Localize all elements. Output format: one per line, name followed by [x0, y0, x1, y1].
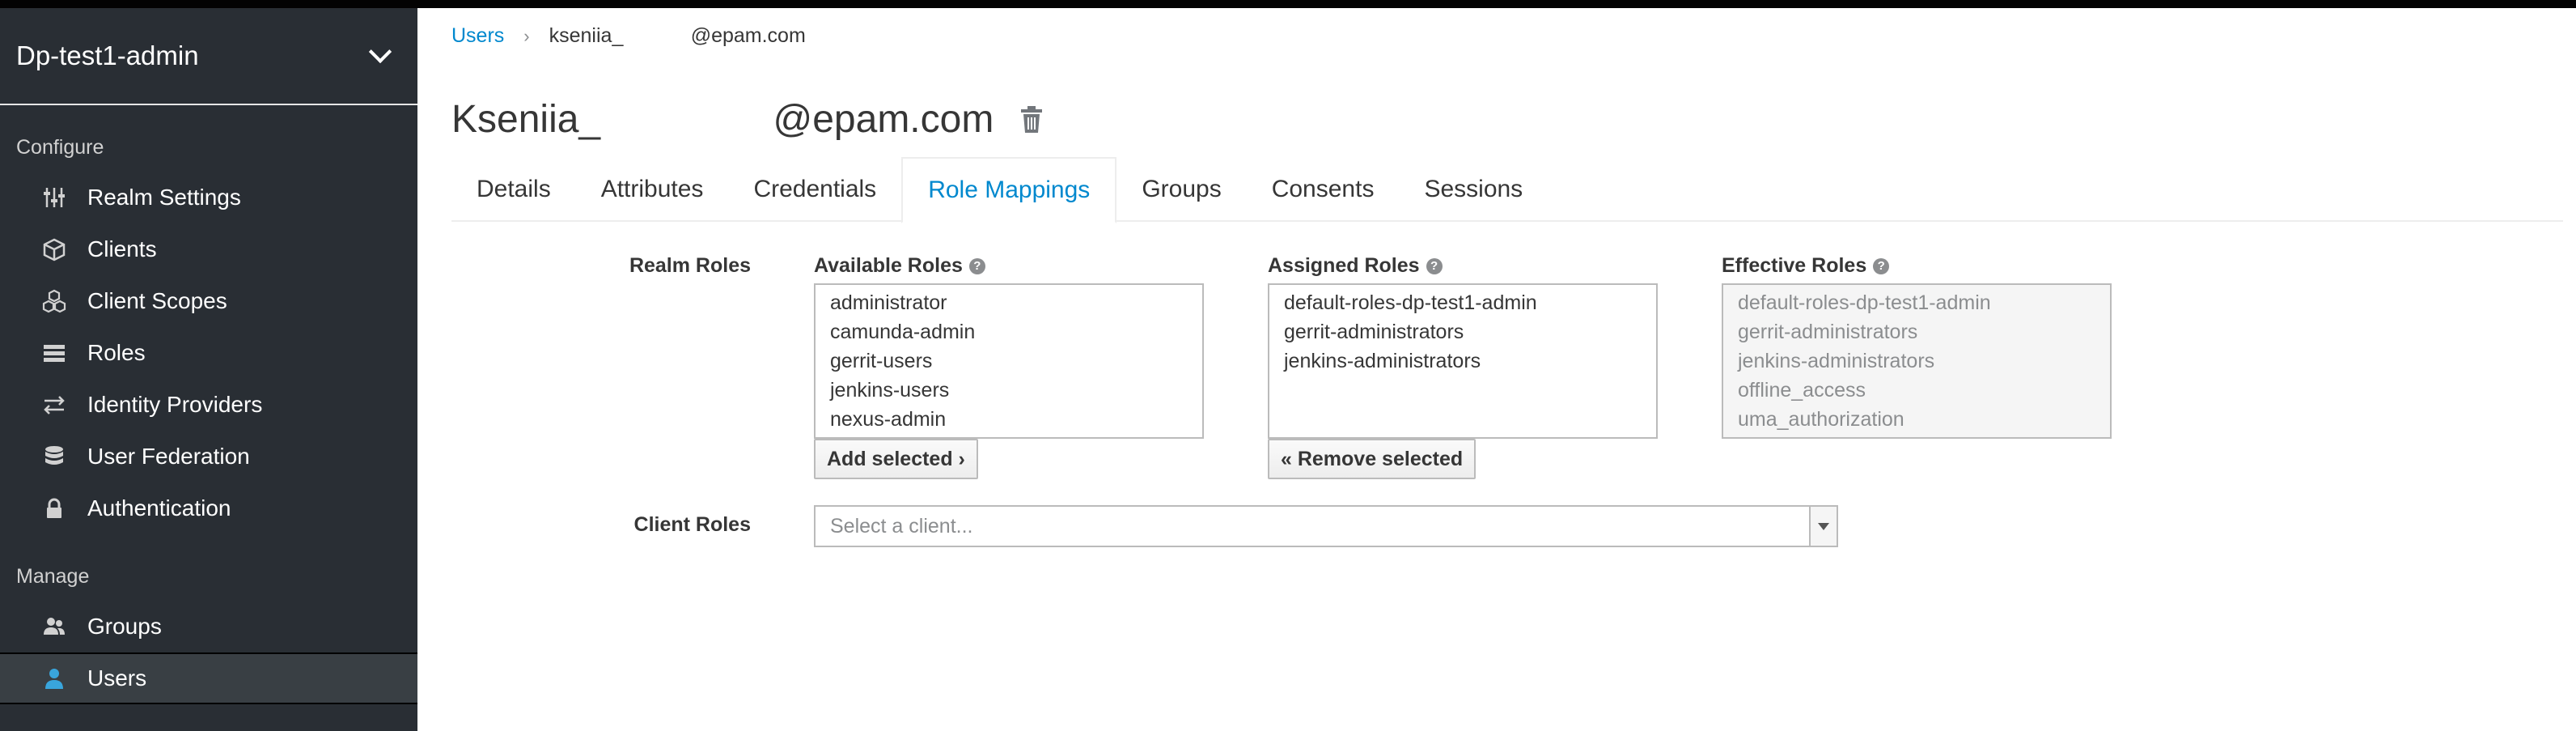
effective-roles-header: Effective Roles ? — [1722, 254, 1890, 278]
section-manage: Manage — [16, 564, 90, 588]
list-item[interactable]: default-roles-dp-test1-admin — [1269, 288, 1656, 317]
list-item[interactable]: jenkins-users — [816, 376, 1202, 405]
effective-roles-label: Effective Roles — [1722, 254, 1867, 277]
list-item: uma_authorization — [1738, 408, 1904, 431]
assigned-roles-label: Assigned Roles — [1268, 254, 1420, 277]
tab-bar: Details Attributes Credentials Role Mapp… — [451, 157, 2563, 223]
available-roles-header: Available Roles ? — [814, 254, 985, 278]
top-bar — [0, 0, 2576, 8]
sidebar-item-identity-providers[interactable]: Identity Providers — [0, 379, 417, 431]
breadcrumb-users-link[interactable]: Users — [451, 24, 504, 48]
breadcrumb-current: kseniia_ @epam.com — [549, 24, 806, 47]
add-selected-button[interactable]: Add selected › — [814, 439, 978, 479]
tab-details[interactable]: Details — [451, 157, 576, 222]
realm-roles-label: Realm Roles — [629, 254, 751, 277]
sidebar-item-label: Identity Providers — [87, 392, 263, 417]
assigned-roles-list[interactable]: default-roles-dp-test1-admin gerrit-admi… — [1268, 283, 1658, 439]
sidebar-item-user-federation[interactable]: User Federation — [0, 431, 417, 482]
list-item[interactable]: camunda-admin — [816, 317, 1202, 346]
database-icon — [42, 444, 66, 469]
sliders-icon — [42, 185, 66, 210]
breadcrumb-separator: › — [523, 25, 530, 46]
tab-groups[interactable]: Groups — [1116, 157, 1246, 222]
assigned-roles-header: Assigned Roles ? — [1268, 254, 1443, 278]
list-item: offline_access — [1738, 379, 1866, 402]
list-item[interactable]: administrator — [816, 288, 1202, 317]
client-roles-label: Client Roles — [633, 513, 751, 536]
list-item[interactable]: gerrit-administrators — [1269, 317, 1656, 346]
sidebar-item-label: Client Scopes — [87, 288, 227, 313]
lock-icon — [42, 496, 66, 521]
sidebar-item-groups[interactable]: Groups — [0, 601, 417, 652]
cube-icon — [42, 237, 66, 261]
available-roles-label: Available Roles — [814, 254, 963, 277]
breadcrumb: Users › kseniia_ @epam.com — [451, 24, 806, 48]
help-icon[interactable]: ? — [968, 257, 985, 274]
sidebar-item-label: Clients — [87, 236, 157, 261]
cubes-icon — [42, 289, 66, 313]
list-icon — [42, 341, 66, 365]
sidebar-item-label: Groups — [87, 614, 162, 639]
realm-name: Dp-test1-admin — [16, 40, 199, 70]
list-item[interactable]: gerrit-users — [816, 346, 1202, 376]
sidebar-item-client-scopes[interactable]: Client Scopes — [0, 275, 417, 327]
list-item: gerrit-administrators — [1738, 321, 1918, 343]
trash-icon[interactable] — [1019, 105, 1044, 134]
exchange-icon — [42, 393, 66, 417]
tab-attributes[interactable]: Attributes — [576, 157, 729, 222]
users-icon — [42, 614, 66, 639]
tab-consents[interactable]: Consents — [1247, 157, 1400, 222]
help-icon[interactable]: ? — [1873, 257, 1890, 274]
realm-selector[interactable]: Dp-test1-admin — [0, 8, 417, 105]
sidebar-item-users[interactable]: Users — [0, 652, 417, 704]
sidebar-item-roles[interactable]: Roles — [0, 327, 417, 379]
sidebar-item-clients[interactable]: Clients — [0, 223, 417, 275]
dropdown-toggle[interactable] — [1809, 507, 1837, 546]
list-item[interactable]: jenkins-administrators — [1269, 346, 1656, 376]
list-item: default-roles-dp-test1-admin — [1738, 291, 1991, 314]
available-roles-list[interactable]: administrator camunda-admin gerrit-users… — [814, 283, 1204, 439]
main-content: Users › kseniia_ @epam.com Kseniia_ @epa… — [417, 8, 2576, 731]
chevron-down-icon — [368, 40, 392, 64]
sidebar: Dp-test1-admin Configure Realm Settings … — [0, 8, 417, 731]
effective-roles-list: default-roles-dp-test1-admin gerrit-admi… — [1722, 283, 2112, 439]
title-row: Kseniia_ @epam.com — [451, 97, 1044, 142]
sidebar-item-label: Authentication — [87, 495, 231, 521]
help-icon[interactable]: ? — [1426, 257, 1443, 274]
user-icon — [42, 666, 66, 691]
section-configure: Configure — [16, 135, 104, 159]
sidebar-item-label: Realm Settings — [87, 185, 241, 210]
page-title: Kseniia_ @epam.com — [451, 98, 994, 141]
sidebar-item-authentication[interactable]: Authentication — [0, 482, 417, 534]
tab-sessions[interactable]: Sessions — [1399, 157, 1548, 222]
remove-selected-button[interactable]: « Remove selected — [1268, 439, 1477, 479]
tab-credentials[interactable]: Credentials — [728, 157, 901, 222]
sidebar-item-label: User Federation — [87, 444, 250, 469]
tab-role-mappings[interactable]: Role Mappings — [901, 157, 1117, 223]
caret-down-icon — [1818, 522, 1829, 530]
list-item[interactable]: nexus-admin — [816, 405, 1202, 434]
client-select[interactable]: Select a client... — [814, 505, 1838, 547]
sidebar-item-label: Users — [87, 665, 147, 691]
list-item: jenkins-administrators — [1738, 350, 1935, 372]
sidebar-item-label: Roles — [87, 340, 146, 365]
client-select-placeholder: Select a client... — [830, 514, 973, 538]
sidebar-item-realm-settings[interactable]: Realm Settings — [0, 172, 417, 223]
